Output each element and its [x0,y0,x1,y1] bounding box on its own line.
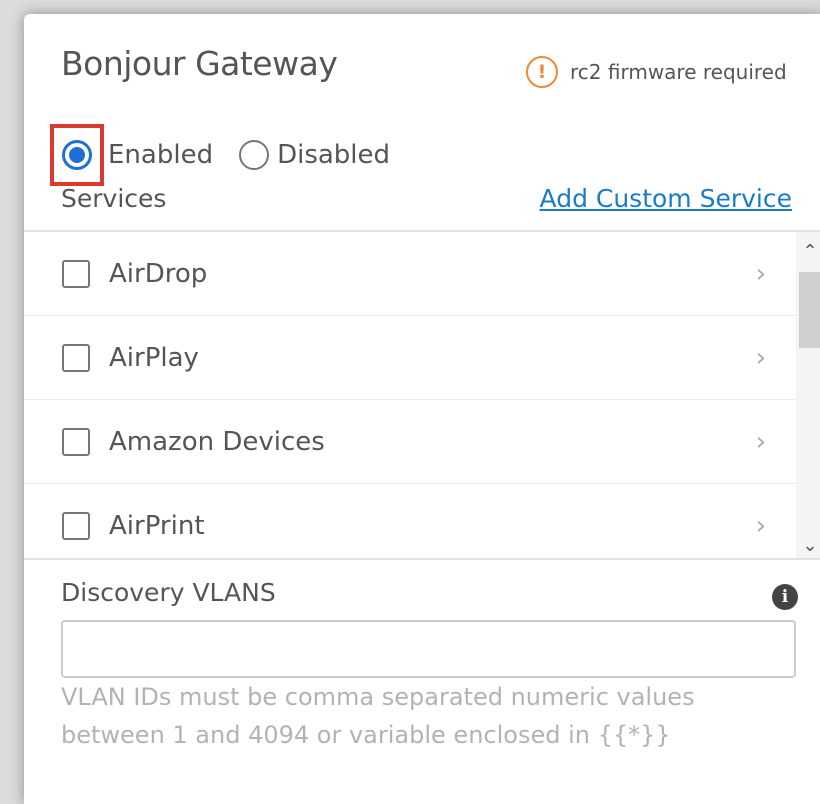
services-label: Services [61,184,167,213]
list-item-label: AirDrop [109,258,208,289]
warning-icon: ! [526,56,558,88]
radio-enabled-circle[interactable] [62,140,92,170]
discovery-vlans-input[interactable] [61,620,796,678]
scroll-thumb[interactable] [799,272,820,348]
services-list: AirDrop › AirPlay › Amazon Devices › Air… [24,230,820,560]
radio-disabled-circle[interactable] [239,140,270,170]
bonjour-gateway-panel: Bonjour Gateway ! rc2 firmware required … [24,14,820,804]
radio-disabled[interactable]: Disabled [239,140,390,170]
chevron-right-icon[interactable]: › [756,511,766,541]
panel-title: Bonjour Gateway [61,44,338,83]
discovery-vlans-label: Discovery VLANS [61,578,276,607]
add-custom-service-link[interactable]: Add Custom Service [540,184,792,213]
list-item-amazon-devices[interactable]: Amazon Devices › [24,400,796,484]
list-item-airdrop[interactable]: AirDrop › [24,232,796,316]
radio-enabled-label: Enabled [108,140,214,170]
radio-disabled-label: Disabled [277,140,391,170]
info-icon[interactable]: i [772,584,798,610]
list-item-label: AirPrint [109,510,205,541]
list-item-airprint[interactable]: AirPrint › [24,484,796,558]
checkbox-amazon-devices[interactable] [62,427,90,456]
highlight-box [50,124,104,186]
chevron-right-icon[interactable]: › [756,343,766,373]
services-scrollbar[interactable]: ⌃ ⌄ [796,232,820,558]
scroll-down-icon[interactable]: ⌄ [796,530,820,558]
scroll-up-icon[interactable]: ⌃ [796,236,820,266]
radio-enabled[interactable]: Enabled [50,124,213,186]
list-item-airplay[interactable]: AirPlay › [24,316,796,400]
chevron-right-icon[interactable]: › [756,259,766,289]
checkbox-airprint[interactable] [62,511,90,540]
firmware-note: ! rc2 firmware required [526,56,787,88]
vlans-help-text: VLAN IDs must be comma separated numeric… [61,683,695,749]
list-item-label: AirPlay [109,342,199,373]
checkbox-airplay[interactable] [62,343,90,372]
firmware-note-text: rc2 firmware required [570,60,787,84]
chevron-right-icon[interactable]: › [756,427,766,457]
list-item-label: Amazon Devices [109,426,325,457]
mode-radio-group: Enabled Disabled [50,124,416,186]
checkbox-airdrop[interactable] [62,259,90,288]
